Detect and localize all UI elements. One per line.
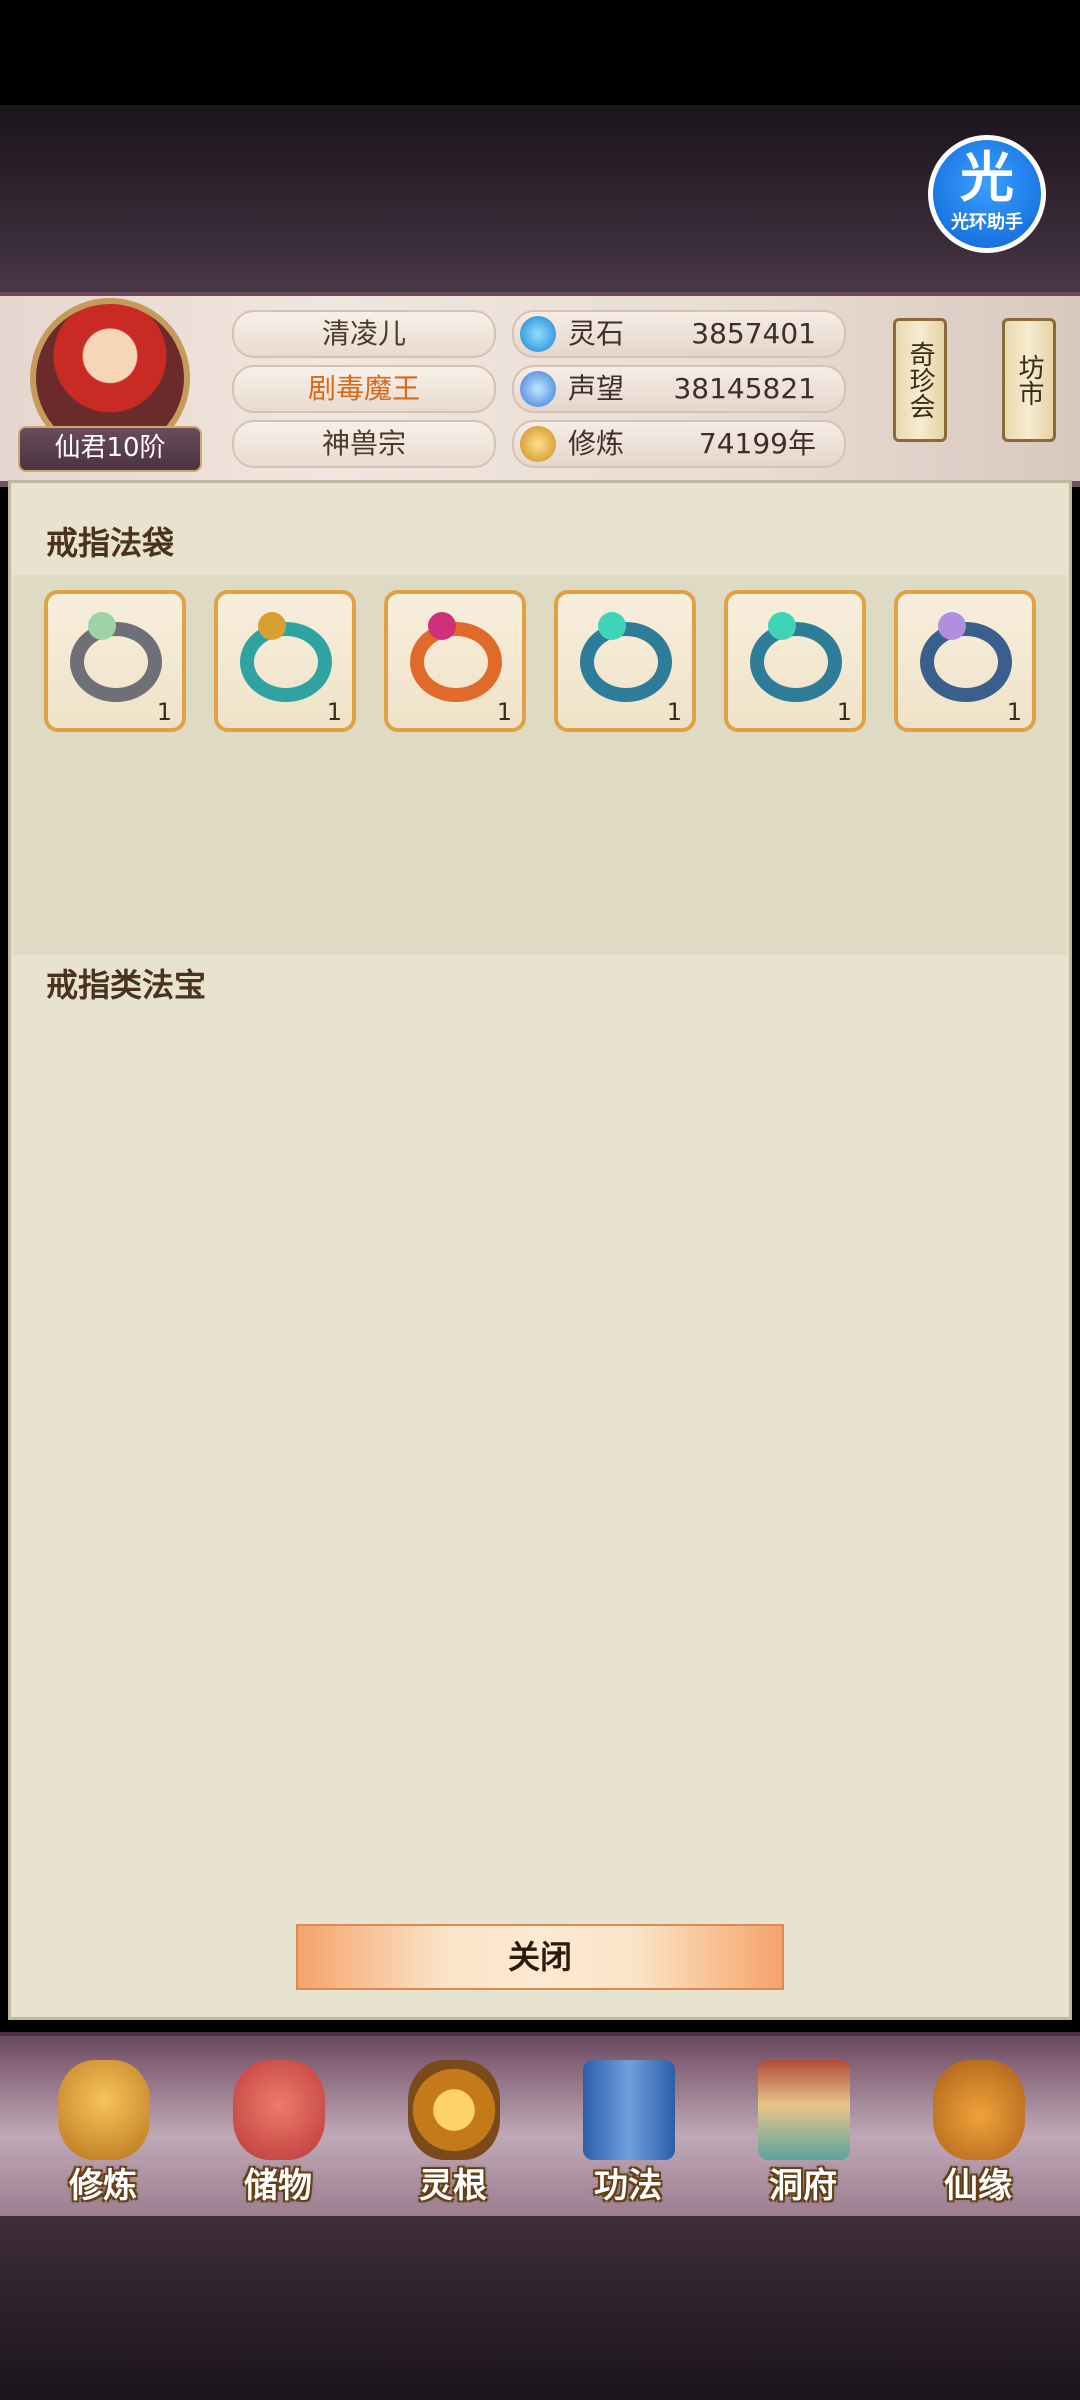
- item-quantity: 1: [326, 698, 342, 726]
- stat-label: 修炼: [568, 427, 625, 460]
- nav-cultivate[interactable]: 修炼: [28, 2040, 178, 2215]
- ring-icon: [410, 622, 502, 702]
- stat-label: 灵石: [568, 317, 625, 350]
- cultivation-icon: [520, 426, 556, 462]
- bottom-background: [0, 2216, 1080, 2400]
- ring-gem-icon: [428, 612, 456, 640]
- ring-slot[interactable]: 1: [554, 590, 696, 732]
- ring-icon: [240, 622, 332, 702]
- ring-slot[interactable]: 1: [724, 590, 866, 732]
- ring-icon: [920, 622, 1012, 702]
- bag-icon: [233, 2060, 325, 2160]
- nav-spirit-root[interactable]: 灵根: [378, 2040, 528, 2215]
- section-title-ring-treasures: 戒指类法宝: [46, 966, 207, 1004]
- gourd-icon: [933, 2060, 1025, 2160]
- player-rank: 仙君10阶: [18, 426, 202, 472]
- nav-techniques[interactable]: 功法: [553, 2040, 703, 2215]
- nav-cave[interactable]: 洞府: [728, 2040, 878, 2215]
- spirit-root-icon: [408, 2060, 500, 2160]
- item-quantity: 1: [156, 698, 172, 726]
- ring-icon: [750, 622, 842, 702]
- item-quantity: 1: [1006, 698, 1022, 726]
- ring-icon: [70, 622, 162, 702]
- ring-slot[interactable]: 1: [384, 590, 526, 732]
- nav-fate[interactable]: 仙缘: [903, 2040, 1053, 2215]
- item-quantity: 1: [496, 698, 512, 726]
- helper-app-badge[interactable]: 光 光环助手: [928, 135, 1046, 253]
- stat-reputation: 声望 38145821: [512, 365, 846, 413]
- stat-cultivation: 修炼 74199年: [512, 420, 846, 468]
- ring-gem-icon: [598, 612, 626, 640]
- player-title: 剧毒魔王: [232, 365, 496, 413]
- spirit-stone-icon: [520, 316, 556, 352]
- stat-value: 3857401: [691, 317, 816, 350]
- meditating-figure-icon: [58, 2060, 150, 2160]
- ring-slot[interactable]: 1: [44, 590, 186, 732]
- nav-storage[interactable]: 储物: [203, 2040, 353, 2215]
- ring-gem-icon: [88, 612, 116, 640]
- ring-slot[interactable]: 1: [894, 590, 1036, 732]
- helper-badge-glyph: 光: [960, 146, 1014, 209]
- stat-spirit-stone: 灵石 3857401: [512, 310, 846, 358]
- nav-label: 储物: [244, 2166, 312, 2206]
- ring-icon: [580, 622, 672, 702]
- section-title-ring-bag: 戒指法袋: [46, 524, 175, 562]
- stat-value: 38145821: [673, 372, 816, 405]
- nav-label: 功法: [594, 2166, 662, 2206]
- ring-gem-icon: [768, 612, 796, 640]
- market-button[interactable]: 坊市: [1002, 318, 1056, 442]
- reputation-icon: [520, 371, 556, 407]
- ring-slot[interactable]: 1: [214, 590, 356, 732]
- item-quantity: 1: [836, 698, 852, 726]
- stat-value: 74199年: [698, 427, 816, 460]
- pavilion-icon: [758, 2060, 850, 2160]
- nav-label: 仙缘: [944, 2166, 1012, 2206]
- ring-gem-icon: [258, 612, 286, 640]
- nav-label: 修炼: [69, 2166, 137, 2206]
- stat-label: 声望: [568, 372, 625, 405]
- item-quantity: 1: [666, 698, 682, 726]
- treasure-fair-button[interactable]: 奇珍会: [893, 318, 947, 442]
- close-button[interactable]: 关闭: [296, 1924, 784, 1990]
- helper-badge-label: 光环助手: [951, 212, 1023, 233]
- ring-gem-icon: [938, 612, 966, 640]
- top-background: [0, 105, 1080, 295]
- treasure-fair-label: 奇珍会: [905, 341, 935, 419]
- player-sect: 神兽宗: [232, 420, 496, 468]
- nav-label: 灵根: [419, 2166, 487, 2206]
- nav-label: 洞府: [769, 2166, 837, 2206]
- market-label: 坊市: [1014, 354, 1044, 406]
- player-name: 清凌儿: [232, 310, 496, 358]
- book-icon: [583, 2060, 675, 2160]
